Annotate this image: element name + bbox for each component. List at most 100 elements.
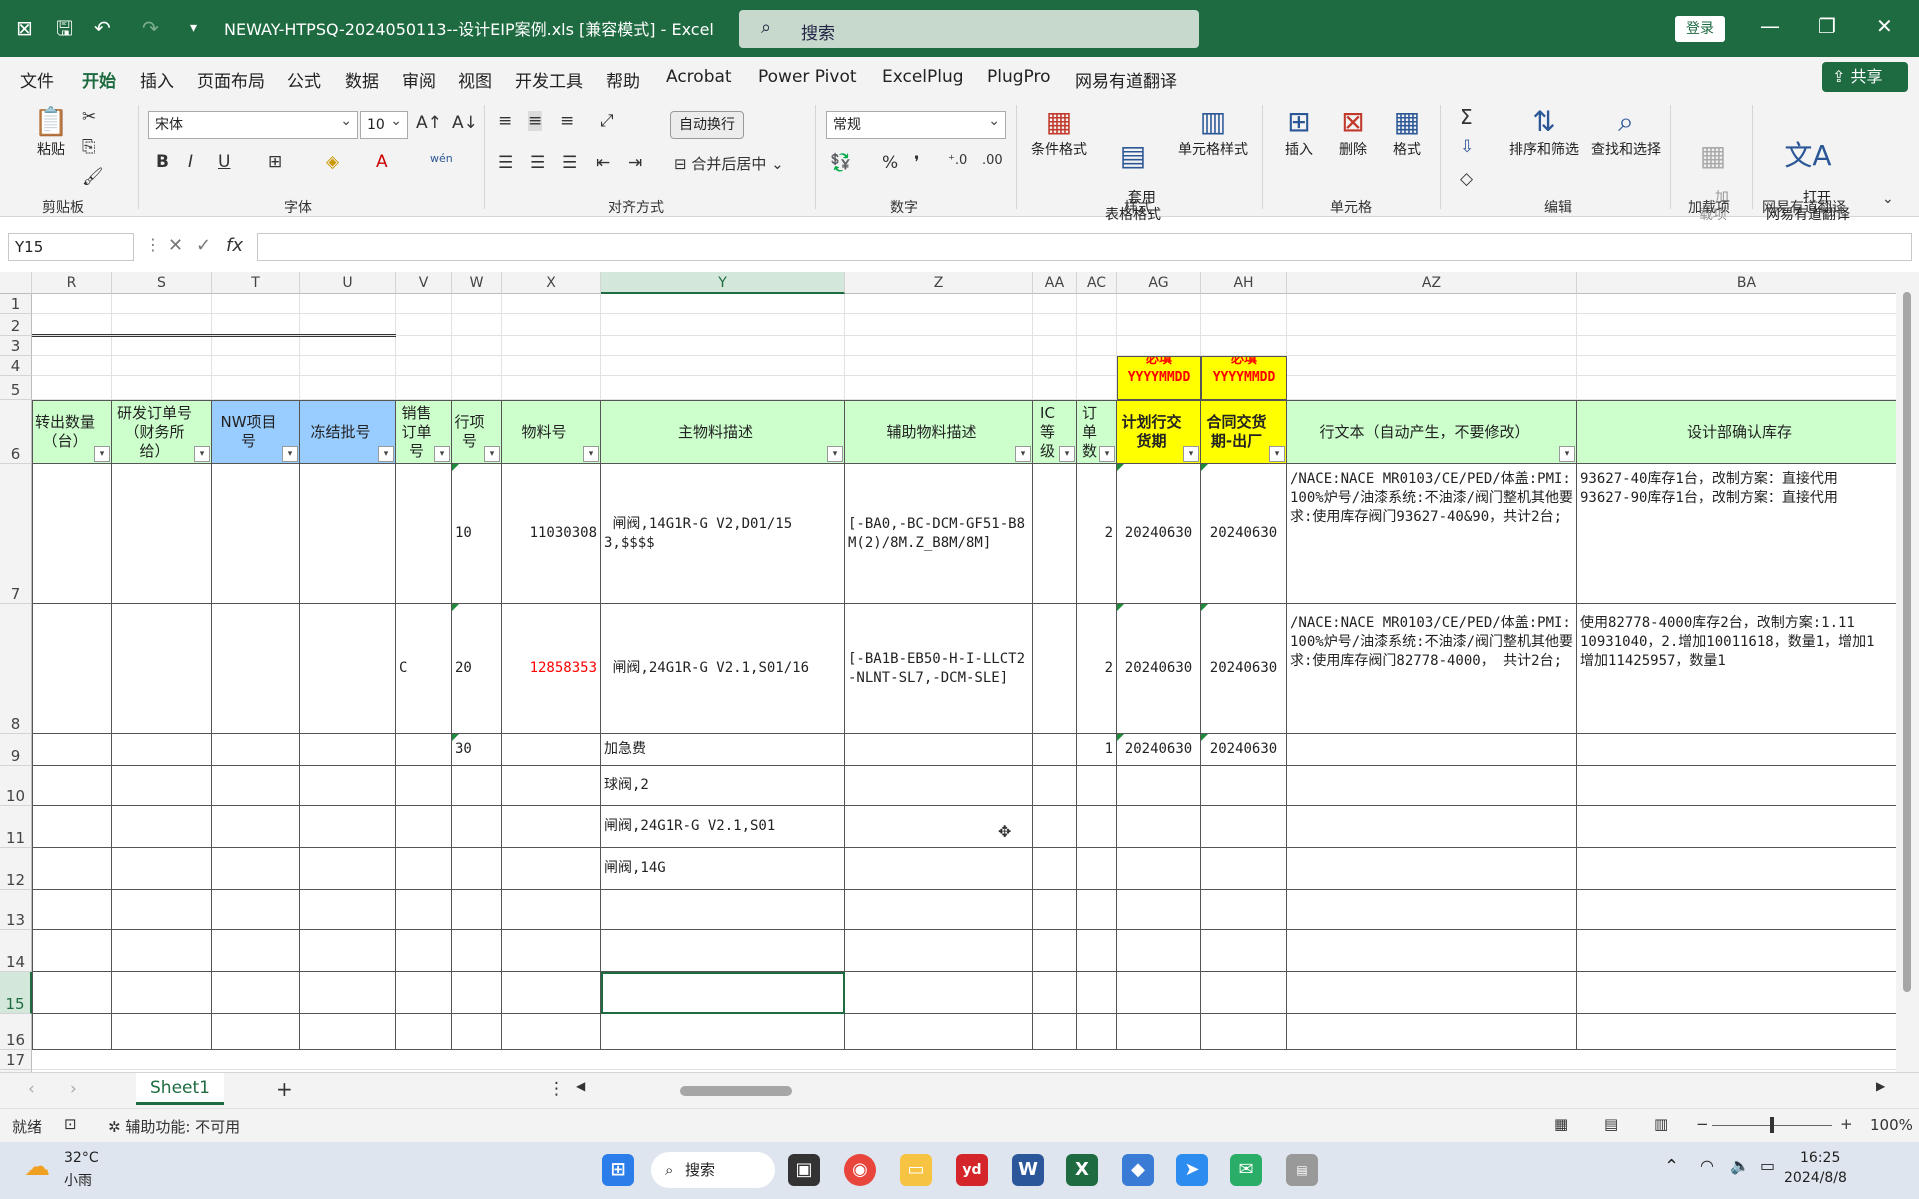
horizontal-scroll-thumb[interactable] <box>680 1086 792 1096</box>
cell-t-12[interactable] <box>212 848 300 890</box>
align-bottom-icon[interactable]: ≡ <box>560 111 574 131</box>
cell-w-12[interactable] <box>452 848 502 890</box>
filter-dropdown-icon[interactable]: ▾ <box>282 446 298 462</box>
conditional-format-button[interactable]: ▦ 条件格式 <box>1024 105 1094 159</box>
tab-view[interactable]: 视图 <box>458 67 492 92</box>
format-painter-icon[interactable]: 🖌 <box>82 167 104 187</box>
cell-x-16[interactable] <box>502 1014 601 1050</box>
cell-az-12[interactable] <box>1287 848 1577 890</box>
font-color-icon[interactable]: A <box>376 152 388 172</box>
cell-az-7[interactable]: /NACE:NACE MR0103/CE/PED/体盖:PMI:100%炉号/油… <box>1287 464 1577 604</box>
row-header-17[interactable]: 17 <box>0 1050 32 1070</box>
weather-icon[interactable]: ☁ <box>24 1152 50 1182</box>
cell-aa-15[interactable] <box>1033 972 1077 1014</box>
cell-ah-10[interactable] <box>1201 766 1287 806</box>
column-header-ah[interactable]: AH <box>1201 272 1287 294</box>
cell-r-10[interactable] <box>32 766 112 806</box>
add-sheet-icon[interactable]: + <box>276 1077 293 1101</box>
align-left-icon[interactable]: ☰ <box>498 153 513 173</box>
row-header-5[interactable]: 5 <box>0 376 32 400</box>
cell-v-14[interactable] <box>396 930 452 972</box>
cell-ag-8[interactable]: 20240630 <box>1117 604 1201 734</box>
cell-az-14[interactable] <box>1287 930 1577 972</box>
comma-style-icon[interactable]: ❜ <box>914 153 919 173</box>
file-explorer-icon[interactable]: ▭ <box>900 1154 932 1186</box>
cell-r-9[interactable] <box>32 734 112 766</box>
increase-indent-icon[interactable]: ⇥ <box>628 153 642 173</box>
filter-dropdown-icon[interactable]: ▾ <box>827 446 843 462</box>
cell-s-12[interactable] <box>112 848 212 890</box>
cell-u-10[interactable] <box>300 766 396 806</box>
cell-v-7[interactable] <box>396 464 452 604</box>
row-header-1[interactable]: 1 <box>0 294 32 314</box>
cell-v-16[interactable] <box>396 1014 452 1050</box>
cell-w-8[interactable]: 20 <box>452 604 502 734</box>
cell-t-8[interactable] <box>212 604 300 734</box>
font-size-combo[interactable]: 10 <box>360 108 408 139</box>
cell-ba-7[interactable]: 93627-40库存1台，改制方案：直接代用 93627-90库存1台，改制方案… <box>1577 464 1896 604</box>
cell-s-13[interactable] <box>112 890 212 930</box>
addins-button[interactable]: ▦ 加 载项 <box>1680 105 1746 241</box>
cell-s-7[interactable] <box>112 464 212 604</box>
cell-ah-14[interactable] <box>1201 930 1287 972</box>
cell-v-10[interactable] <box>396 766 452 806</box>
tab-splitter-icon[interactable]: ⋮ <box>548 1079 565 1099</box>
close-icon[interactable]: ✕ <box>1876 14 1893 38</box>
app-icon-blue-2[interactable]: ➤ <box>1176 1154 1208 1186</box>
cell-u-16[interactable] <box>300 1014 396 1050</box>
increase-decimal-icon[interactable]: ⁺.0 <box>948 153 967 168</box>
cell-ag-9[interactable]: 20240630 <box>1117 734 1201 766</box>
cell-aa-10[interactable] <box>1033 766 1077 806</box>
filter-dropdown-icon[interactable]: ▾ <box>1059 446 1075 462</box>
cell-ac-16[interactable] <box>1077 1014 1117 1050</box>
vertical-scroll-thumb[interactable] <box>1903 292 1911 992</box>
tab-page-layout[interactable]: 页面布局 <box>197 67 265 92</box>
cell-v-13[interactable] <box>396 890 452 930</box>
tab-formulas[interactable]: 公式 <box>287 67 321 92</box>
cell-u-8[interactable] <box>300 604 396 734</box>
filter-dropdown-icon[interactable]: ▾ <box>1183 446 1199 462</box>
cell-u-7[interactable] <box>300 464 396 604</box>
cell-y-12[interactable]: 闸阀,14G <box>601 848 845 890</box>
clock-time[interactable]: 16:25 <box>1800 1150 1840 1166</box>
cell-s-8[interactable] <box>112 604 212 734</box>
cell-t-13[interactable] <box>212 890 300 930</box>
accessibility-status[interactable]: ✲ 辅助功能: 不可用 <box>108 1116 240 1137</box>
filter-dropdown-icon[interactable]: ▾ <box>583 446 599 462</box>
decrease-indent-icon[interactable]: ⇤ <box>596 153 610 173</box>
cell-s-9[interactable] <box>112 734 212 766</box>
fill-icon[interactable]: ⇩ <box>1460 137 1474 157</box>
cell-x-15[interactable] <box>502 972 601 1014</box>
cell-ba-15[interactable] <box>1577 972 1896 1014</box>
cell-y-11[interactable]: 闸阀,24G1R-G V2.1,S01 <box>601 806 845 848</box>
delete-cells-button[interactable]: ⊠ 删除 <box>1328 105 1378 159</box>
tab-youdao[interactable]: 网易有道翻译 <box>1075 67 1177 92</box>
cell-ah-16[interactable] <box>1201 1014 1287 1050</box>
cell-ah-9[interactable]: 20240630 <box>1201 734 1287 766</box>
row-header-2[interactable]: 2 <box>0 314 32 336</box>
column-header-u[interactable]: U <box>300 272 396 294</box>
align-right-icon[interactable]: ☰ <box>562 153 577 173</box>
vertical-scrollbar[interactable] <box>1896 272 1919 1072</box>
cell-aa-12[interactable] <box>1033 848 1077 890</box>
prev-sheet-icon[interactable]: ‹ <box>28 1079 35 1099</box>
page-layout-view-icon[interactable]: ▤ <box>1604 1115 1618 1133</box>
clear-icon[interactable]: ◇ <box>1460 169 1473 189</box>
redo-icon[interactable]: ↷ <box>142 14 159 42</box>
cell-s-10[interactable] <box>112 766 212 806</box>
format-as-table-button[interactable]: ▤ 套用 表格格式 <box>1096 105 1170 241</box>
cell-s-15[interactable] <box>112 972 212 1014</box>
cell-z-7[interactable]: [-BA0,-BC-DCM-GF51-B8M(2)/8M.Z_B8M/8M] <box>845 464 1033 604</box>
app-icon-blue-1[interactable]: ◆ <box>1122 1154 1154 1186</box>
column-header-z[interactable]: Z <box>845 272 1033 294</box>
battery-icon[interactable]: ▭ <box>1760 1156 1775 1175</box>
cell-x-7[interactable]: 11030308 <box>502 464 601 604</box>
cell-y-13[interactable] <box>601 890 845 930</box>
cell-az-8[interactable]: /NACE:NACE MR0103/CE/PED/体盖:PMI:100%炉号/油… <box>1287 604 1577 734</box>
cell-ac-13[interactable] <box>1077 890 1117 930</box>
cell-ah-11[interactable] <box>1201 806 1287 848</box>
cell-z-16[interactable] <box>845 1014 1033 1050</box>
cell-r-11[interactable] <box>32 806 112 848</box>
zoom-slider-thumb[interactable] <box>1770 1117 1774 1133</box>
cell-s-16[interactable] <box>112 1014 212 1050</box>
